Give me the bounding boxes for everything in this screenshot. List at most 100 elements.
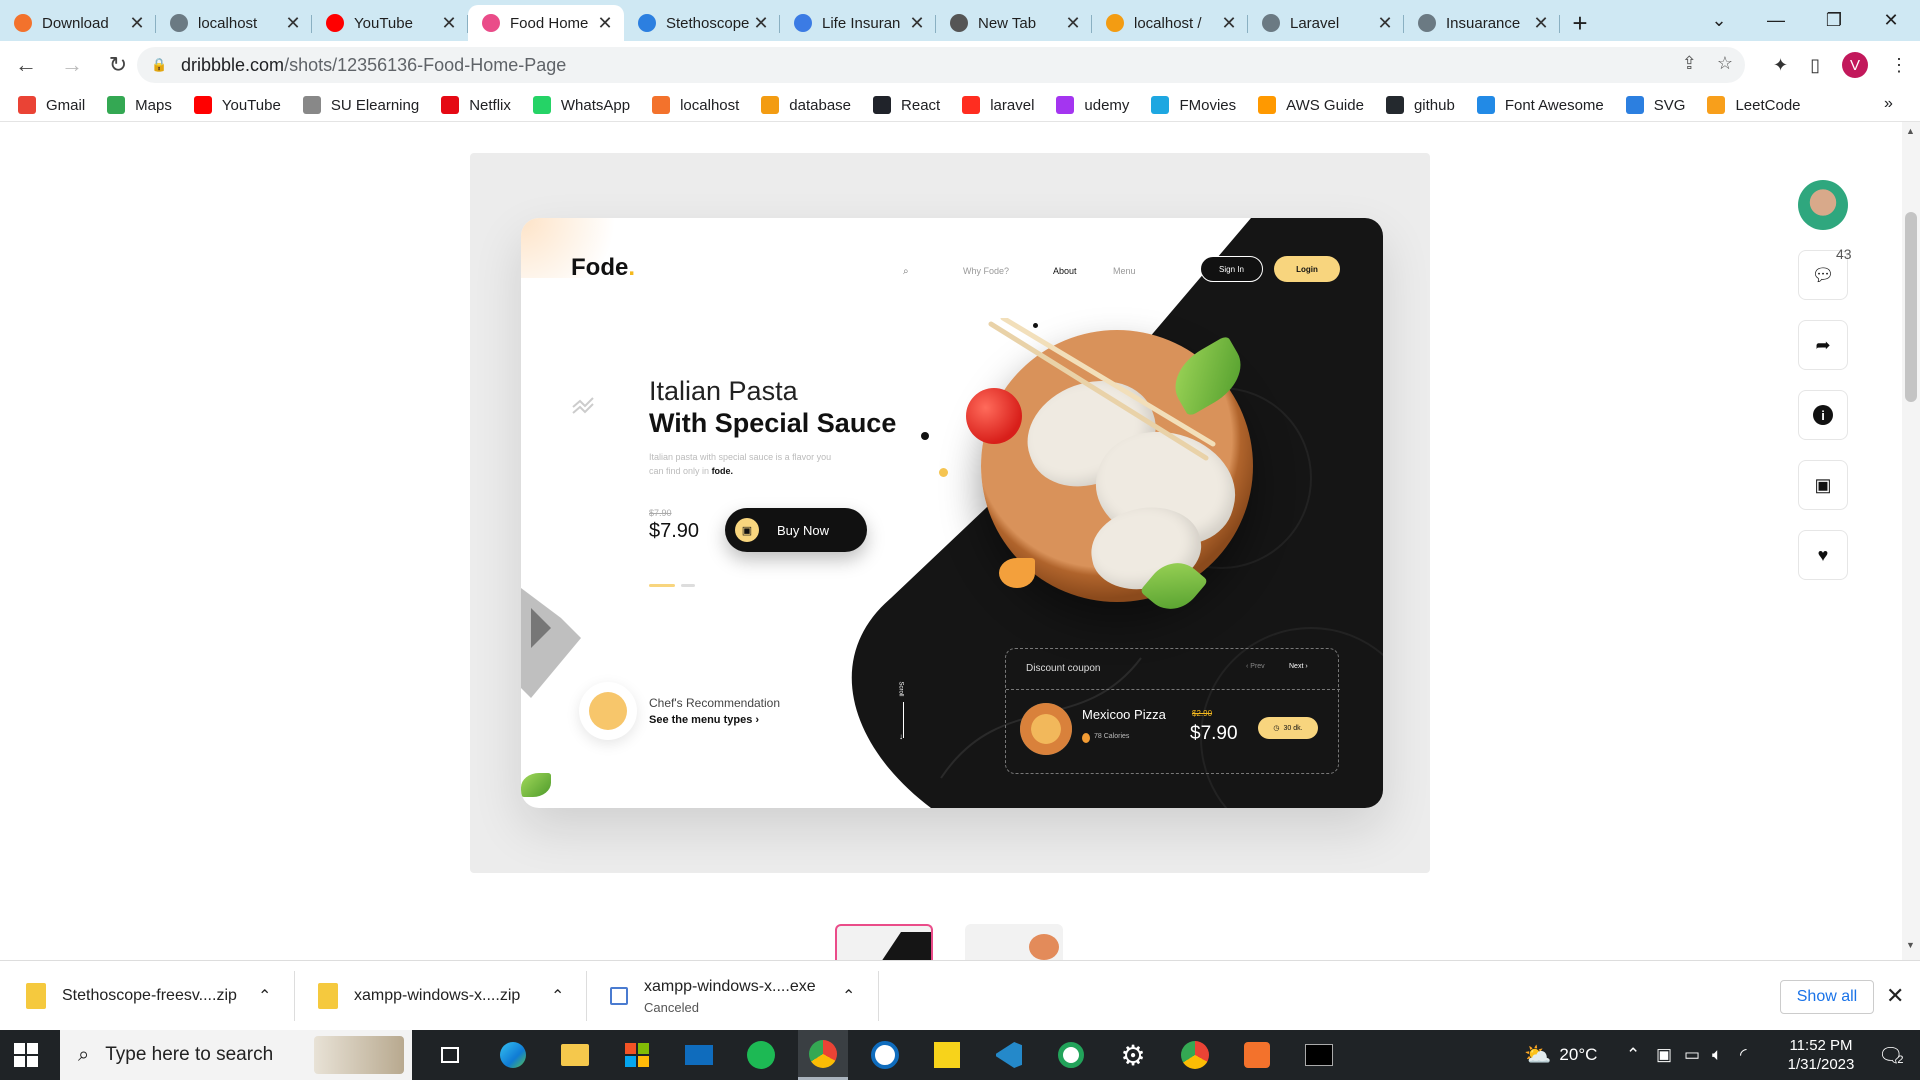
bookmark-9[interactable]: laravel xyxy=(962,96,1034,114)
bookmark-4[interactable]: Netflix xyxy=(441,96,511,114)
bookmark-16[interactable]: LeetCode xyxy=(1707,96,1801,114)
chrome-app-icon[interactable] xyxy=(1170,1030,1220,1080)
share-button[interactable]: ➦ xyxy=(1798,320,1848,370)
download-options-chevron-icon[interactable]: ⌃ xyxy=(258,961,271,1031)
file-explorer-icon[interactable] xyxy=(550,1030,600,1080)
bookmark-5[interactable]: WhatsApp xyxy=(532,96,630,114)
coupon-next-button[interactable]: Next › xyxy=(1289,663,1308,670)
bookmark-1[interactable]: Maps xyxy=(107,96,172,114)
show-hidden-icons-chevron-icon[interactable]: ⌃ xyxy=(1626,1030,1640,1080)
page-scrollbar[interactable]: ▲ ▼ xyxy=(1902,122,1920,960)
notion-like-app-icon[interactable] xyxy=(860,1030,910,1080)
meet-now-icon[interactable]: ▣ xyxy=(1656,1030,1672,1080)
edge-app-icon[interactable] xyxy=(488,1030,538,1080)
download-item-1[interactable]: Stethoscope-freesv....zip xyxy=(26,961,237,1031)
new-tab-button[interactable]: + xyxy=(1560,5,1600,41)
bookmark-2[interactable]: YouTube xyxy=(193,96,281,114)
snipping-tool-icon[interactable] xyxy=(1046,1030,1096,1080)
close-tab-icon[interactable]: ✕ xyxy=(128,13,146,34)
more-bookmarks-icon[interactable]: » xyxy=(1884,95,1900,113)
wifi-icon[interactable]: ◜ xyxy=(1740,1030,1747,1080)
bookmark-13[interactable]: github xyxy=(1385,96,1455,114)
close-tab-icon[interactable]: ✕ xyxy=(1376,13,1394,34)
close-tab-icon[interactable]: ✕ xyxy=(1064,13,1082,34)
system-clock[interactable]: 11:52 PM 1/31/2023 xyxy=(1766,1036,1876,1074)
spotify-icon[interactable] xyxy=(736,1030,786,1080)
download-item-3[interactable]: xampp-windows-x....exe Canceled xyxy=(608,961,816,1031)
tab-7[interactable]: localhost / ✕ xyxy=(1092,5,1248,41)
bookmark-14[interactable]: Font Awesome xyxy=(1476,96,1604,114)
tab-9[interactable]: Insuarance ✕ xyxy=(1404,5,1560,41)
tab-search-button[interactable]: ⌄ xyxy=(1690,0,1748,41)
share-page-icon[interactable]: ⇪ xyxy=(1682,53,1697,74)
bookmark-star-icon[interactable]: ☆ xyxy=(1717,53,1733,74)
bookmark-15[interactable]: SVG xyxy=(1625,96,1685,114)
show-all-downloads-button[interactable]: Show all xyxy=(1780,980,1874,1014)
tab-6[interactable]: New Tab ✕ xyxy=(936,5,1092,41)
volume-icon[interactable]: 🔈︎ xyxy=(1712,1030,1722,1080)
coupon-prev-button[interactable]: ‹ Prev xyxy=(1246,663,1265,670)
brand-logo[interactable]: Fode. xyxy=(571,254,635,282)
weather-widget[interactable]: ⛅ 20°C xyxy=(1524,1030,1597,1080)
add-to-collection-button[interactable]: ▣ xyxy=(1798,460,1848,510)
bookmark-12[interactable]: AWS Guide xyxy=(1258,96,1364,114)
info-button[interactable]: i xyxy=(1798,390,1848,440)
tab-1[interactable]: localhost ✕ xyxy=(156,5,312,41)
close-window-button[interactable]: ✕ xyxy=(1862,0,1920,41)
nav-about[interactable]: About xyxy=(1053,266,1077,276)
thumbnail-1[interactable] xyxy=(835,924,933,960)
extensions-icon[interactable]: ✦ xyxy=(1773,55,1788,76)
settings-gear-icon[interactable]: ⚙ xyxy=(1108,1030,1158,1080)
mail-icon[interactable] xyxy=(674,1030,724,1080)
chef-link[interactable]: See the menu types › xyxy=(649,714,759,726)
login-button[interactable]: Login xyxy=(1274,256,1340,282)
close-tab-icon[interactable]: ✕ xyxy=(752,13,770,34)
close-download-bar-icon[interactable]: ✕ xyxy=(1886,983,1904,1009)
designer-avatar[interactable] xyxy=(1798,180,1848,230)
terminal-icon[interactable] xyxy=(1294,1030,1344,1080)
bookmark-11[interactable]: FMovies xyxy=(1151,96,1236,114)
close-tab-icon[interactable]: ✕ xyxy=(1532,13,1550,34)
tab-2[interactable]: YouTube ✕ xyxy=(312,5,468,41)
chef-recommendation-card[interactable]: Chef's Recommendation See the menu types… xyxy=(579,678,799,748)
bookmark-0[interactable]: Gmail xyxy=(18,96,85,114)
download-item-2[interactable]: xampp-windows-x....zip xyxy=(318,961,520,1031)
slider-indicator[interactable] xyxy=(681,584,695,587)
side-panel-icon[interactable]: ▯ xyxy=(1810,55,1820,76)
back-button[interactable]: ← xyxy=(6,45,46,85)
thumbnail-2[interactable] xyxy=(965,924,1063,960)
download-options-chevron-icon[interactable]: ⌃ xyxy=(842,961,855,1031)
slider-indicator-active[interactable] xyxy=(649,584,675,587)
nav-menu[interactable]: Menu xyxy=(1113,266,1136,276)
close-tab-icon[interactable]: ✕ xyxy=(908,13,926,34)
chrome-profile-icon[interactable] xyxy=(798,1030,848,1080)
vscode-icon[interactable] xyxy=(984,1030,1034,1080)
maximize-button[interactable]: ❐ xyxy=(1805,0,1863,41)
signin-button[interactable]: Sign In xyxy=(1200,256,1263,282)
buy-now-button[interactable]: ▣ Buy Now xyxy=(725,508,867,552)
scrollbar-thumb[interactable] xyxy=(1905,212,1917,402)
tab-3[interactable]: Food Home ✕ xyxy=(468,5,624,41)
microsoft-store-icon[interactable] xyxy=(612,1030,662,1080)
close-tab-icon[interactable]: ✕ xyxy=(440,13,458,34)
reload-button[interactable]: ↻ xyxy=(98,45,138,85)
forward-button[interactable]: → xyxy=(52,45,92,85)
start-button[interactable] xyxy=(14,1043,38,1067)
close-tab-icon[interactable]: ✕ xyxy=(596,13,614,34)
nav-why[interactable]: Why Fode? xyxy=(963,266,1009,276)
minimize-button[interactable]: — xyxy=(1747,0,1805,41)
menu-kebab-icon[interactable]: ⋮ xyxy=(1890,55,1908,76)
profile-avatar[interactable]: V xyxy=(1842,52,1868,78)
close-tab-icon[interactable]: ✕ xyxy=(284,13,302,34)
close-tab-icon[interactable]: ✕ xyxy=(1220,13,1238,34)
tab-5[interactable]: Life Insuran ✕ xyxy=(780,5,936,41)
like-button[interactable]: ♥ xyxy=(1798,530,1848,580)
notification-center-icon[interactable]: 🗨︎ 2 xyxy=(1878,1030,1904,1080)
sticky-notes-icon[interactable] xyxy=(922,1030,972,1080)
bookmark-10[interactable]: udemy xyxy=(1056,96,1129,114)
scroll-up-icon[interactable]: ▲ xyxy=(1906,126,1915,136)
address-bar[interactable]: 🔒 dribbble.com/shots/12356136-Food-Home-… xyxy=(137,47,1745,83)
search-icon[interactable]: ⌕ xyxy=(903,266,909,277)
bookmark-3[interactable]: SU Elearning xyxy=(302,96,419,114)
tab-0[interactable]: Download ✕ xyxy=(0,5,156,41)
